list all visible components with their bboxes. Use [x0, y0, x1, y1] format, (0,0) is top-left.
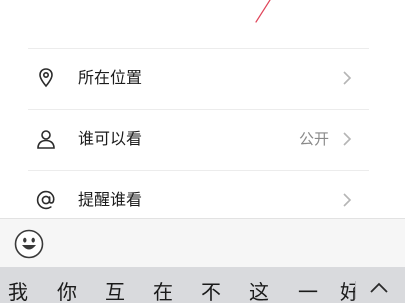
chevron-right-icon: [343, 193, 352, 207]
candidate-word[interactable]: 在: [153, 281, 173, 303]
candidate-word[interactable]: 你: [57, 281, 77, 303]
candidate-separator: [355, 281, 356, 299]
candidate-word[interactable]: 不: [201, 281, 221, 303]
person-icon: [37, 130, 55, 149]
candidate-word[interactable]: 我: [8, 281, 28, 303]
smiley-face-icon[interactable]: [14, 229, 44, 259]
chevron-right-icon: [343, 71, 352, 85]
visibility-label: 谁可以看: [78, 129, 143, 148]
visibility-value: 公开: [298, 130, 329, 148]
chevron-right-icon: [343, 132, 352, 146]
candidate-word[interactable]: 好: [340, 281, 355, 303]
location-label: 所在位置: [78, 68, 143, 87]
location-pin-icon: [39, 68, 53, 88]
emoji-toolbar: [0, 218, 405, 267]
chevron-up-icon[interactable]: [368, 281, 390, 295]
visibility-row[interactable]: 谁可以看 公开: [0, 109, 405, 169]
candidate-word[interactable]: 一: [298, 281, 318, 303]
candidate-word[interactable]: 这: [249, 281, 269, 303]
content-area: [0, 0, 405, 48]
location-row[interactable]: 所在位置: [0, 48, 405, 108]
at-sign-icon: [36, 190, 55, 210]
pen-stroke: [255, 0, 271, 23]
candidate-word[interactable]: 互: [105, 281, 125, 303]
ime-candidate-bar: 我 你 互 在 不 这 一 好: [0, 267, 405, 303]
